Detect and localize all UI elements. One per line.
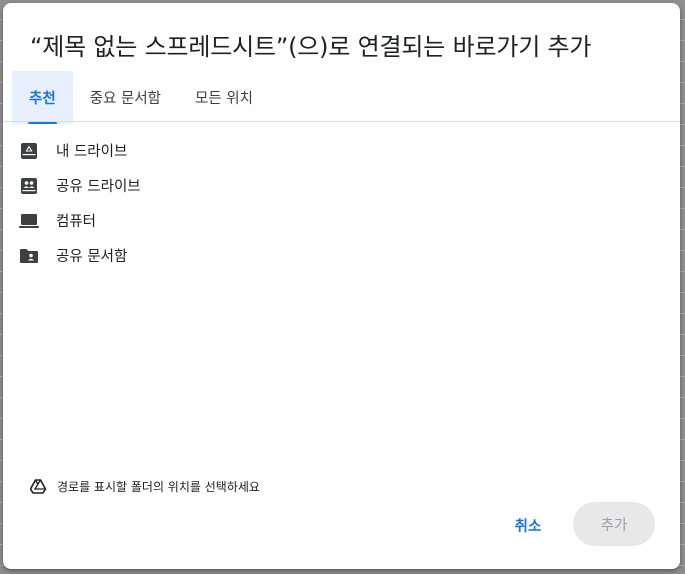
hint-text: 경로를 표시할 폴더의 위치를 선택하세요 (57, 479, 260, 494)
tab-all-locations[interactable]: 모든 위치 (178, 71, 270, 124)
dialog-title: “제목 없는 스프레드시트”(으)로 연결되는 바로가기 추가 (30, 33, 592, 61)
location-shared-drives[interactable]: 공유 드라이브 (16, 168, 141, 203)
drive-icon (30, 477, 48, 495)
location-list: 내 드라이브 공유 드라이브 컴퓨터 공유 문서함 (16, 133, 141, 273)
location-label: 내 드라이브 (56, 144, 128, 160)
computer-icon (18, 210, 40, 232)
location-my-drive[interactable]: 내 드라이브 (16, 133, 141, 168)
location-tabs: 추천 중요 문서함 모든 위치 (12, 71, 270, 124)
tab-suggested[interactable]: 추천 (12, 71, 73, 124)
location-label: 공유 드라이브 (56, 179, 141, 195)
my-drive-icon (18, 140, 40, 162)
location-label: 컴퓨터 (56, 214, 97, 230)
location-hint: 경로를 표시할 폴더의 위치를 선택하세요 (30, 477, 260, 495)
cancel-button[interactable]: 취소 (499, 503, 557, 547)
tab-divider (3, 121, 680, 122)
shared-drive-icon (18, 175, 40, 197)
location-label: 공유 문서함 (56, 249, 128, 265)
tab-starred[interactable]: 중요 문서함 (73, 71, 178, 124)
location-shared-with-me[interactable]: 공유 문서함 (16, 238, 141, 273)
add-button[interactable]: 추가 (573, 502, 655, 546)
shared-folder-icon (18, 245, 40, 267)
location-computers[interactable]: 컴퓨터 (16, 203, 141, 238)
add-shortcut-dialog: “제목 없는 스프레드시트”(으)로 연결되는 바로가기 추가 추천 중요 문서… (3, 3, 680, 569)
